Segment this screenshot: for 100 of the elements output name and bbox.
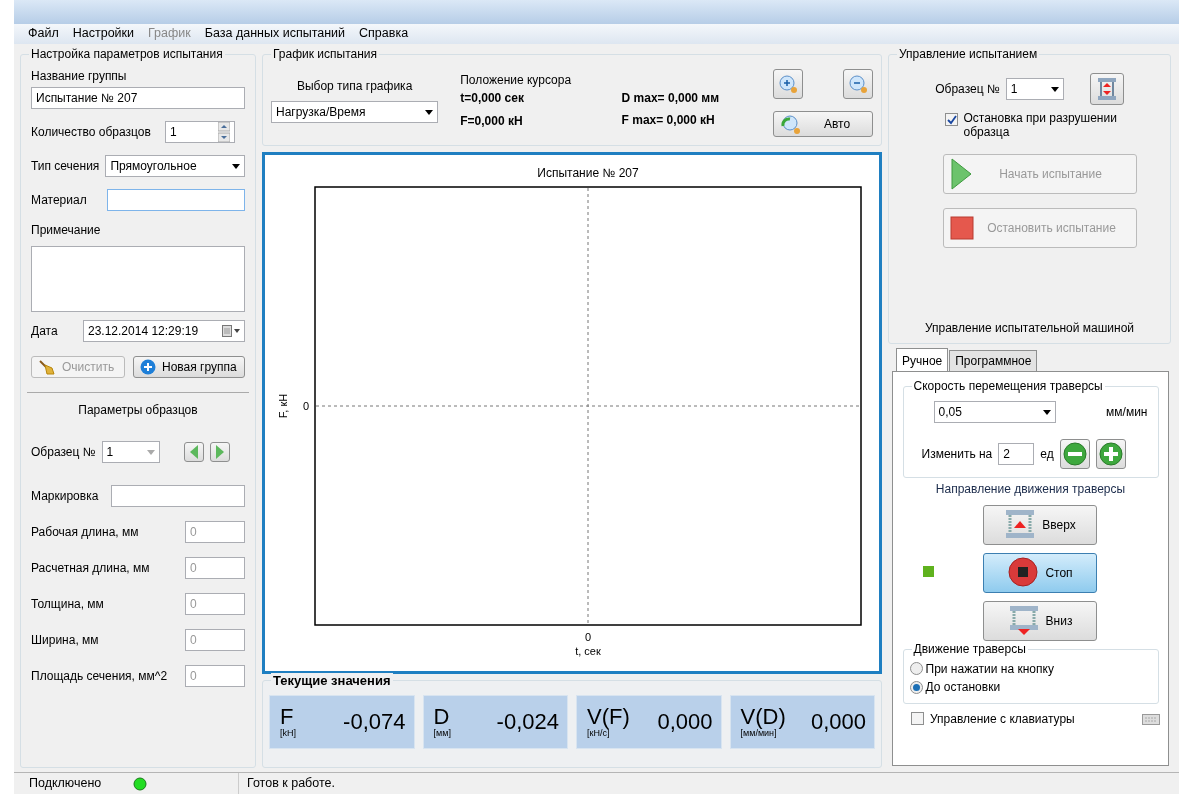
decrease-button[interactable]: [1059, 439, 1090, 470]
chart-type-dropdown[interactable]: Нагрузка/Время: [271, 101, 439, 124]
menu-item[interactable]: Файл: [28, 26, 59, 42]
right-triangle-icon: [215, 445, 224, 460]
zoom-out-button[interactable]: [843, 69, 873, 99]
field-label: Ширина, мм: [31, 632, 99, 648]
group-title: Настройка параметров испытания: [29, 47, 225, 62]
unit-label: мм/мин: [1106, 405, 1148, 420]
menu-item[interactable]: Настройки: [72, 26, 135, 42]
radio-label: До остановки: [925, 680, 1001, 695]
radio-button[interactable]: [909, 662, 923, 676]
field-label: Образец №: [935, 81, 1000, 97]
field-label: Тип сечения: [31, 159, 100, 174]
reading-symbol: V(D): [740, 705, 786, 728]
number-field[interactable]: 0: [185, 593, 245, 616]
machine-button[interactable]: [1089, 73, 1124, 105]
count-spinbox[interactable]: 1: [165, 121, 235, 144]
broom-icon: [38, 358, 56, 375]
step-field[interactable]: 2: [998, 443, 1035, 466]
section-type-dropdown[interactable]: Прямоугольное: [105, 155, 245, 178]
cursor-time: t=0,000 сек: [460, 91, 525, 106]
field-label: Толщина, мм: [31, 596, 104, 612]
menu-item[interactable]: Справка: [359, 26, 409, 42]
x-axis-label: t, сек: [575, 645, 601, 657]
max-displacement: D max= 0,000 мм: [621, 91, 721, 106]
number-field[interactable]: 0: [185, 629, 245, 652]
left-triangle-icon: [189, 445, 198, 460]
reading-unit: [мм]: [433, 727, 451, 739]
section-title: Параметры образцов: [77, 402, 199, 418]
field-label: Расчетная длина, мм: [31, 560, 150, 576]
reading-symbol: F: [280, 705, 295, 728]
calendar-icon: [222, 324, 240, 337]
reading-symbol: D: [433, 705, 451, 728]
field-label: Изменить на: [921, 447, 993, 462]
field-label: Маркировка: [31, 488, 99, 504]
tab[interactable]: Ручное: [896, 348, 949, 373]
keyboard-icon: [1142, 712, 1160, 725]
zoom-in-icon: [778, 74, 798, 94]
menu-item[interactable]: База данных испытаний: [204, 26, 346, 42]
direction-button[interactable]: Вниз: [983, 600, 1097, 641]
chart-title: Испытание № 207: [537, 166, 639, 180]
group-title: Скорость перемещения траверсы: [911, 379, 1105, 394]
field-label: Дата: [31, 323, 58, 338]
y-axis-label: F, кН: [277, 393, 289, 419]
direction-button[interactable]: Вверх: [983, 504, 1097, 545]
field-label: Выбор типа графика: [295, 79, 414, 94]
previous-button[interactable]: [183, 442, 204, 463]
field-label: Название группы: [31, 69, 128, 84]
checkbox-label: Остановка при разрушении образца: [963, 111, 1118, 140]
reading-value: 0,000: [810, 708, 866, 736]
reading-value: 0,000: [657, 708, 713, 736]
status-message: Готов к работе.: [247, 776, 335, 791]
max-force: F max= 0,000 кН: [621, 113, 716, 128]
sample-dropdown[interactable]: 1: [1005, 78, 1064, 100]
auto-button[interactable]: Авто: [773, 111, 873, 137]
radio-button[interactable]: [909, 680, 923, 694]
next-button[interactable]: [209, 442, 230, 463]
note-field[interactable]: [31, 245, 245, 312]
cursor-force: F=0,000 кН: [460, 113, 524, 129]
date-field[interactable]: 23.12.2014 12:29:19: [83, 319, 245, 342]
plus-circle-icon: [140, 358, 156, 375]
stop-circle-icon: [1007, 557, 1040, 589]
checkbox[interactable]: [911, 712, 924, 726]
sample-dropdown[interactable]: 1: [101, 441, 160, 464]
section-title: Направление движения траверсы: [935, 482, 1126, 497]
radio-label: При нажатии на кнопку: [925, 661, 1054, 677]
group-name-field[interactable]: Испытание № 207: [31, 87, 245, 110]
field-label: Рабочая длина, мм: [31, 524, 139, 540]
connection-status: Подключено: [29, 776, 102, 791]
marking-field[interactable]: [111, 485, 245, 508]
number-field[interactable]: 0: [185, 557, 245, 580]
y-tick-label: 0: [302, 400, 309, 412]
reading-value: -0,074: [343, 708, 406, 736]
tab[interactable]: Программное: [949, 350, 1038, 373]
new-group-button[interactable]: Новая группа: [133, 355, 245, 378]
minus-circle-icon: [1062, 442, 1087, 467]
zoom-out-icon: [848, 74, 868, 94]
reading-value: -0,024: [496, 708, 559, 736]
speed-dropdown[interactable]: 0,05: [933, 401, 1056, 424]
field-label: Площадь сечения, мм^2: [31, 668, 168, 684]
material-field[interactable]: [107, 189, 245, 212]
reading-unit: [мм/мин]: [740, 727, 777, 739]
group-title: Движение траверсы: [911, 641, 1028, 657]
checkbox-label: Управление с клавиатуры: [930, 711, 1075, 726]
reading-unit: [kH]: [280, 727, 296, 739]
increase-button[interactable]: [1095, 439, 1126, 470]
x-tick-label: 0: [584, 631, 592, 643]
group-title: Управление испытанием: [897, 47, 1040, 62]
field-label: Количество образцов: [31, 125, 151, 140]
group-title: Текущие значения: [271, 673, 393, 689]
direction-button[interactable]: Стоп: [983, 552, 1097, 593]
field-label: Образец №: [31, 444, 96, 460]
field-label: Примечание: [31, 223, 102, 238]
number-field[interactable]: 0: [185, 665, 245, 688]
number-field[interactable]: 0: [185, 521, 245, 544]
checkbox[interactable]: [944, 113, 958, 126]
plus-circle-icon: [1098, 442, 1123, 467]
auto-zoom-icon: [780, 114, 800, 134]
zoom-in-button[interactable]: [773, 69, 803, 99]
section-title: Управление испытательной машиной: [924, 320, 1135, 335]
